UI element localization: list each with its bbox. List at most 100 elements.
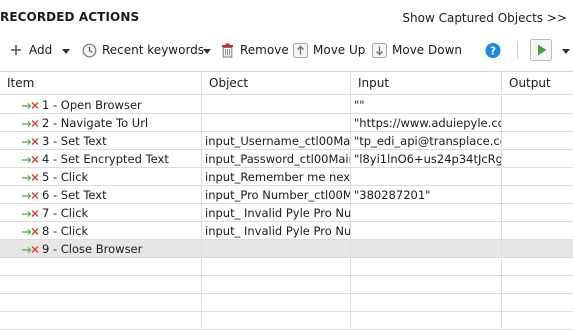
move-down-label: Move Down — [392, 43, 462, 57]
table-row[interactable]: 7 - Click input_ Invalid Pyle Pro Num — [0, 204, 573, 222]
cell-object[interactable] — [202, 96, 351, 114]
remove-button[interactable]: Remove — [219, 36, 289, 64]
move-down-button[interactable]: Move Down — [371, 36, 462, 64]
empty-cell — [351, 312, 502, 330]
chevron-down-icon — [203, 43, 211, 57]
show-captured-objects-link[interactable]: Show Captured Objects >> — [402, 11, 567, 25]
cell-output[interactable] — [502, 132, 573, 150]
cell-item[interactable]: 2 - Navigate To Url — [0, 114, 202, 132]
input-text: "380287201" — [354, 188, 431, 202]
column-header-output[interactable]: Output — [502, 72, 573, 95]
cell-output[interactable] — [502, 168, 573, 186]
empty-cell — [0, 294, 202, 312]
arrow-down-icon — [371, 42, 387, 58]
cell-input[interactable]: "https://www.aduiepyle.co — [351, 114, 502, 132]
cell-item[interactable]: 1 - Open Browser — [0, 96, 202, 114]
input-text: "" — [354, 98, 365, 112]
empty-cell — [202, 312, 351, 330]
cell-output[interactable] — [502, 240, 573, 258]
object-text: input_Pro Number_ctl00Ma — [205, 188, 351, 202]
column-header-object[interactable]: Object — [202, 72, 351, 95]
cell-input[interactable]: "" — [351, 96, 502, 114]
cell-item[interactable]: 3 - Set Text — [0, 132, 202, 150]
move-up-label: Move Up — [313, 43, 366, 57]
table-row[interactable]: 2 - Navigate To Url "https://www.aduiepyl… — [0, 114, 573, 132]
cell-output[interactable] — [502, 222, 573, 240]
input-text: "tp_edi_api@transplace.cor — [354, 134, 502, 148]
svg-text:?: ? — [490, 45, 496, 57]
cell-object[interactable] — [202, 114, 351, 132]
cell-input[interactable] — [351, 204, 502, 222]
help-button[interactable]: ? — [485, 36, 501, 64]
cell-input[interactable]: "380287201" — [351, 186, 502, 204]
empty-cell — [502, 312, 573, 330]
empty-cell — [351, 276, 502, 294]
step-action-icon — [22, 245, 39, 253]
object-text: input_ Invalid Pyle Pro Num — [205, 206, 351, 220]
cell-input[interactable]: "tp_edi_api@transplace.cor — [351, 132, 502, 150]
cell-input[interactable]: "l8yi1lnO6+us24p34tJcRgLx — [351, 150, 502, 168]
item-text: 5 - Click — [42, 170, 89, 184]
empty-cell — [351, 258, 502, 276]
cell-object[interactable] — [202, 240, 351, 258]
step-action-icon — [22, 209, 39, 217]
add-dropdown-button[interactable] — [60, 36, 72, 64]
table-row[interactable]: 5 - Click input_Remember me next t — [0, 168, 573, 186]
cell-object[interactable]: input_Password_ctl00MainC — [202, 150, 351, 168]
table-row[interactable]: 6 - Set Text input_Pro Number_ctl00Ma "380… — [0, 186, 573, 204]
column-header-item[interactable]: Item — [0, 72, 202, 95]
cell-output[interactable] — [502, 150, 573, 168]
move-up-button[interactable]: Move Up — [292, 36, 365, 64]
empty-cell — [0, 258, 202, 276]
empty-cell — [0, 276, 202, 294]
arrow-up-icon — [292, 42, 308, 58]
table-row[interactable]: 3 - Set Text input_Username_ctl00Main "tp_… — [0, 132, 573, 150]
recorded-actions-header: RECORDED ACTIONS Show Captured Objects >… — [0, 0, 573, 34]
empty-row — [0, 312, 573, 330]
cell-object[interactable]: input_Pro Number_ctl00Ma — [202, 186, 351, 204]
recent-keywords-button[interactable]: Recent keywords — [81, 36, 204, 64]
empty-row — [0, 276, 573, 294]
empty-cell — [0, 312, 202, 330]
table-row[interactable]: 8 - Click input_ Invalid Pyle Pro Num — [0, 222, 573, 240]
cell-output[interactable] — [502, 204, 573, 222]
empty-cell — [202, 294, 351, 312]
cell-item[interactable]: 8 - Click — [0, 222, 202, 240]
cell-item[interactable]: 5 - Click — [0, 168, 202, 186]
add-button[interactable]: Add — [8, 36, 52, 64]
empty-cell — [202, 276, 351, 294]
cell-object[interactable]: input_Username_ctl00Main — [202, 132, 351, 150]
cell-output[interactable] — [502, 96, 573, 114]
object-text: input_Username_ctl00Main — [205, 134, 351, 148]
cell-input[interactable] — [351, 222, 502, 240]
clock-icon — [81, 42, 97, 58]
item-text: 7 - Click — [42, 206, 89, 220]
cell-item[interactable]: 6 - Set Text — [0, 186, 202, 204]
item-text: 2 - Navigate To Url — [42, 116, 149, 130]
run-button[interactable] — [530, 36, 552, 64]
column-header-input[interactable]: Input — [351, 72, 502, 95]
cell-object[interactable]: input_Remember me next t — [202, 168, 351, 186]
chevron-down-icon — [562, 43, 570, 57]
cell-object[interactable]: input_ Invalid Pyle Pro Num — [202, 222, 351, 240]
empty-row — [0, 294, 573, 312]
cell-item[interactable]: 4 - Set Encrypted Text — [0, 150, 202, 168]
cell-object[interactable]: input_ Invalid Pyle Pro Num — [202, 204, 351, 222]
cell-item[interactable]: 7 - Click — [0, 204, 202, 222]
cell-item[interactable]: 9 - Close Browser — [0, 240, 202, 258]
table-row[interactable]: 1 - Open Browser "" — [0, 96, 573, 114]
recent-keywords-dropdown-button[interactable] — [201, 36, 213, 64]
table-row[interactable]: 9 - Close Browser — [0, 240, 573, 258]
cell-input[interactable] — [351, 168, 502, 186]
cell-output[interactable] — [502, 114, 573, 132]
run-dropdown-button[interactable] — [560, 36, 572, 64]
empty-cell — [202, 258, 351, 276]
cell-output[interactable] — [502, 186, 573, 204]
play-icon — [530, 39, 552, 61]
empty-cell — [351, 294, 502, 312]
cell-input[interactable] — [351, 240, 502, 258]
table-row[interactable]: 4 - Set Encrypted Text input_Password_ctl… — [0, 150, 573, 168]
object-text: input_Remember me next t — [205, 170, 351, 184]
object-text: input_ Invalid Pyle Pro Num — [205, 224, 351, 238]
object-text: input_Password_ctl00MainC — [205, 152, 351, 166]
